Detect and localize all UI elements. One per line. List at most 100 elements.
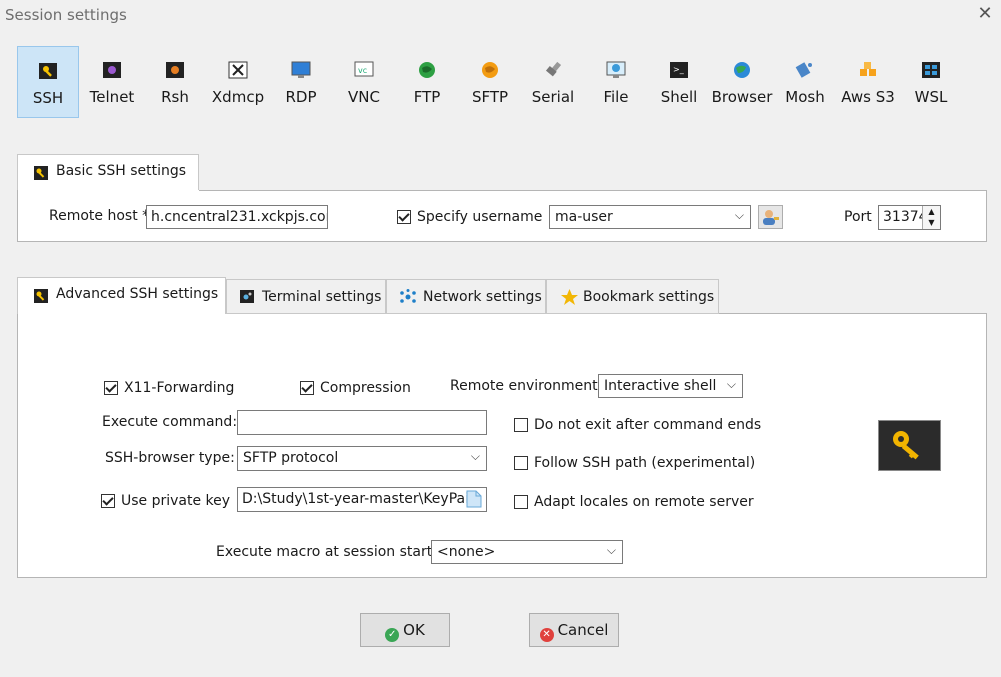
- user-picker-button[interactable]: [758, 205, 783, 229]
- file-browse-icon[interactable]: [466, 490, 482, 508]
- port-value: 31374: [883, 209, 928, 225]
- session-type-label: Aws S3: [841, 88, 895, 106]
- session-type-serial[interactable]: Serial: [522, 46, 584, 118]
- svg-text:>_: >_: [673, 65, 685, 74]
- session-type-rsh[interactable]: Rsh: [144, 46, 206, 118]
- chevron-down-icon: ⌵: [726, 377, 736, 391]
- session-type-label: SFTP: [471, 88, 509, 106]
- execute-macro-label: Execute macro at session start:: [216, 544, 437, 560]
- remote-environment-value: Interactive shell: [604, 378, 717, 394]
- ok-button[interactable]: ✓ OK: [360, 613, 450, 647]
- aws-cubes-icon: [860, 62, 876, 76]
- network-icon: [400, 289, 416, 303]
- session-type-label: Browser: [711, 88, 773, 106]
- tab-basic-ssh-settings[interactable]: Basic SSH settings: [17, 154, 199, 191]
- session-type-label: VNC: [348, 88, 380, 106]
- ssh-key-icon: [39, 63, 57, 79]
- session-type-ftp[interactable]: FTP: [396, 46, 458, 118]
- session-type-browser[interactable]: Browser: [711, 46, 773, 118]
- do-not-exit-label: Do not exit after command ends: [534, 417, 762, 433]
- rdp-monitor-icon: [291, 61, 311, 78]
- remote-host-input[interactable]: h.cncentral231.xckpjs.com: [146, 205, 328, 229]
- session-type-rdp[interactable]: RDP: [270, 46, 332, 118]
- window-title: Session settings: [5, 6, 127, 24]
- xdmcp-icon: [228, 61, 248, 79]
- key-icon: [893, 431, 919, 460]
- compression-label: Compression: [320, 380, 411, 396]
- key-icon: [34, 166, 48, 180]
- browser-globe-icon: [734, 62, 750, 78]
- use-private-key-label: Use private key: [121, 493, 231, 509]
- session-type-aws-s3[interactable]: Aws S3: [837, 46, 899, 118]
- ssh-browser-type-combo[interactable]: SFTP protocol ⌵: [237, 446, 487, 471]
- session-type-ssh[interactable]: SSH: [17, 46, 79, 118]
- tab-basic-ssh-label: Basic SSH settings: [56, 163, 187, 179]
- session-type-label: Serial: [531, 88, 575, 106]
- session-type-label: RDP: [285, 88, 317, 106]
- session-type-label: SSH: [32, 89, 64, 107]
- terminal-icon: [240, 290, 254, 303]
- advanced-settings-panel: [17, 313, 987, 578]
- follow-ssh-path-checkbox[interactable]: [514, 456, 528, 470]
- execute-macro-combo[interactable]: <none> ⌵: [431, 540, 623, 564]
- session-type-telnet[interactable]: Telnet: [81, 46, 143, 118]
- tab-bookmark-settings[interactable]: Bookmark settings: [546, 279, 719, 314]
- x11-forwarding-checkbox[interactable]: [104, 381, 118, 395]
- execute-command-label: Execute command:: [102, 414, 238, 430]
- do-not-exit-checkbox[interactable]: [514, 418, 528, 432]
- cancel-button[interactable]: ✕ Cancel: [529, 613, 619, 647]
- session-type-label: Rsh: [161, 88, 189, 106]
- mosh-satellite-icon: [795, 62, 812, 78]
- remote-environment-label: Remote environment:: [450, 378, 603, 394]
- specify-username-checkbox[interactable]: [397, 210, 411, 224]
- file-monitor-icon: [606, 61, 626, 78]
- windows-logo-icon: [922, 62, 940, 78]
- session-type-vnc[interactable]: vc VNC: [333, 46, 395, 118]
- session-type-xdmcp[interactable]: Xdmcp: [207, 46, 269, 118]
- session-type-label: Mosh: [785, 88, 825, 106]
- port-label: Port: [844, 209, 872, 225]
- ftp-globe-icon: [419, 62, 435, 78]
- session-type-label: Shell: [660, 88, 698, 106]
- vnc-icon: vc: [354, 61, 374, 77]
- tab-bookmark-label: Bookmark settings: [583, 289, 715, 305]
- chevron-down-icon: ⌵: [470, 449, 480, 463]
- user-icon: [763, 210, 779, 225]
- sftp-globe-icon: [482, 62, 498, 78]
- session-type-label: File: [603, 88, 629, 106]
- session-type-label: Xdmcp: [211, 88, 265, 106]
- username-combo[interactable]: ma-user ⌵: [549, 205, 751, 229]
- session-type-file[interactable]: File: [585, 46, 647, 118]
- tab-advanced-ssh-settings[interactable]: Advanced SSH settings: [17, 277, 226, 314]
- check-icon: ✓: [385, 628, 400, 642]
- username-value: ma-user: [555, 209, 613, 225]
- execute-command-input[interactable]: [237, 410, 487, 435]
- port-down-icon[interactable]: ▼: [922, 217, 940, 229]
- session-type-label: WSL: [914, 88, 948, 106]
- session-type-label: FTP: [413, 88, 441, 106]
- tab-terminal-settings[interactable]: Terminal settings: [226, 279, 386, 314]
- chevron-down-icon: ⌵: [606, 543, 616, 557]
- adapt-locales-checkbox[interactable]: [514, 495, 528, 509]
- remote-environment-combo[interactable]: Interactive shell ⌵: [598, 374, 743, 398]
- private-key-input[interactable]: D:\Study\1st-year-master\KeyPair-: [237, 487, 487, 512]
- svg-text:vc: vc: [358, 66, 367, 75]
- session-type-shell[interactable]: >_ Shell: [648, 46, 710, 118]
- tab-terminal-label: Terminal settings: [262, 289, 382, 305]
- tab-advanced-label: Advanced SSH settings: [56, 286, 219, 302]
- rsh-icon: [166, 62, 184, 78]
- port-up-icon[interactable]: ▲: [922, 206, 940, 217]
- private-key-value: D:\Study\1st-year-master\KeyPair-: [242, 491, 479, 507]
- session-type-sftp[interactable]: SFTP: [459, 46, 521, 118]
- adapt-locales-label: Adapt locales on remote server: [534, 494, 754, 510]
- session-type-wsl[interactable]: WSL: [900, 46, 962, 118]
- session-type-mosh[interactable]: Mosh: [774, 46, 836, 118]
- tab-network-settings[interactable]: Network settings: [386, 279, 546, 314]
- compression-checkbox[interactable]: [300, 381, 314, 395]
- cancel-icon: ✕: [539, 628, 554, 642]
- use-private-key-checkbox[interactable]: [101, 494, 115, 508]
- close-icon[interactable]: ✕: [975, 3, 995, 25]
- ssh-browser-type-value: SFTP protocol: [243, 450, 339, 466]
- ok-label: OK: [403, 621, 425, 639]
- telnet-icon: [103, 62, 121, 78]
